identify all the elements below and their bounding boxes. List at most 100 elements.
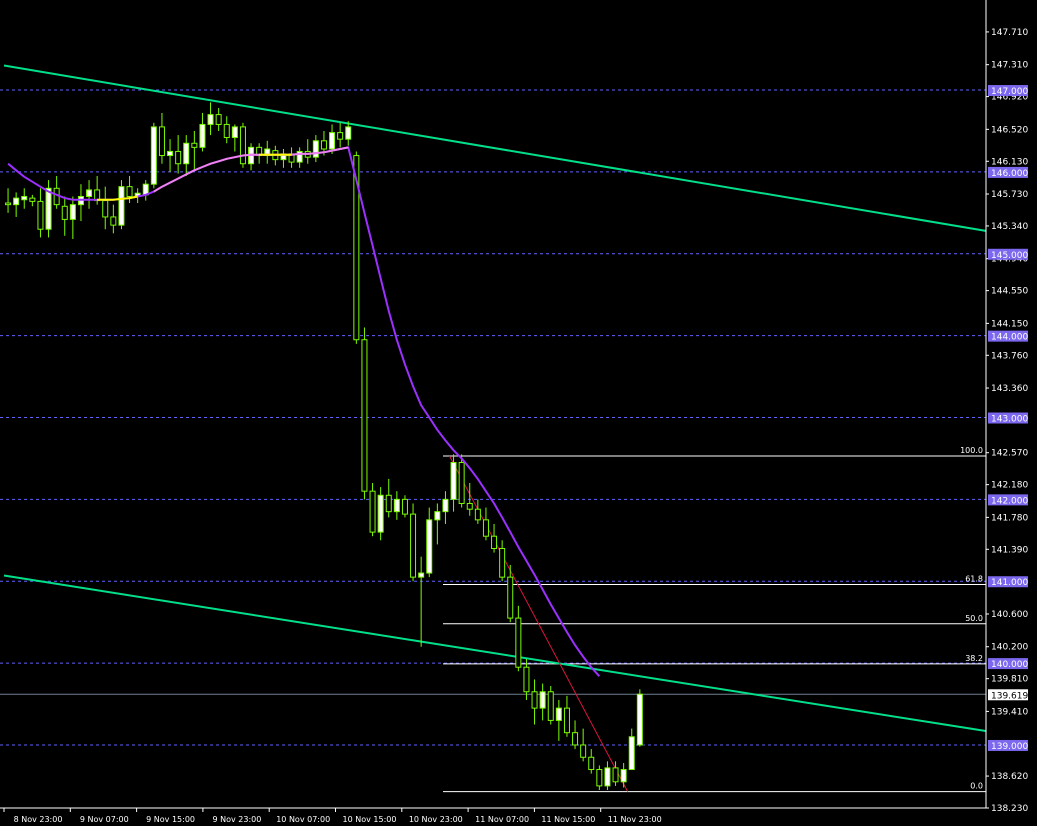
price-tick-label: 139.410: [991, 707, 1028, 717]
candle-body: [507, 576, 514, 619]
time-tick-label: 10 Nov 07:00: [276, 815, 330, 824]
candle-body: [13, 197, 20, 206]
candle-body: [5, 202, 12, 206]
time-tick-label: 11 Nov 23:00: [608, 815, 662, 824]
candle-body: [580, 744, 587, 758]
time-tick-label: 9 Nov 07:00: [80, 815, 129, 824]
candle-body: [312, 140, 319, 158]
candle-body: [474, 508, 481, 521]
price-tick-label: 140.600: [991, 610, 1028, 620]
round-level-tag-label: 144.000: [991, 333, 1028, 343]
candle-body: [620, 769, 627, 783]
price-tick-label: 139.810: [991, 675, 1028, 685]
candle-body: [491, 535, 498, 549]
price-tick-label: 141.390: [991, 545, 1028, 555]
candle-body: [434, 511, 441, 521]
time-tick-label: 9 Nov 15:00: [146, 815, 195, 824]
candle-body: [385, 494, 392, 513]
candle-body: [442, 498, 449, 513]
price-tick-label: 146.520: [991, 125, 1028, 135]
candle-body: [563, 707, 570, 734]
candle-body: [345, 126, 352, 140]
candle-body: [401, 498, 408, 515]
time-tick-label: 10 Nov 23:00: [409, 815, 463, 824]
price-tick-label: 144.150: [991, 319, 1028, 329]
candle-body: [231, 126, 238, 139]
candle-body: [604, 767, 611, 787]
candle-body: [418, 572, 425, 578]
candle-body: [393, 498, 400, 513]
price-tick-label: 144.550: [991, 287, 1028, 297]
candle-body: [86, 189, 93, 197]
candle-body: [61, 205, 68, 220]
fib-level-label: 0.0: [970, 782, 983, 791]
price-tick-label: 138.620: [991, 772, 1028, 782]
price-tick-label: 147.310: [991, 61, 1028, 71]
candle-body: [102, 200, 109, 218]
candle-body: [320, 140, 327, 150]
candle-body: [636, 693, 643, 746]
round-level-tag-label: 141.000: [991, 578, 1028, 588]
time-tick-label: 10 Nov 15:00: [343, 815, 397, 824]
price-tick-label: 142.570: [991, 449, 1028, 459]
price-tick-label: 142.180: [991, 481, 1028, 491]
time-tick-label: 11 Nov 15:00: [541, 815, 595, 824]
candle-body: [482, 519, 489, 537]
chart-background: [0, 0, 1037, 826]
candle-body: [547, 691, 554, 721]
candle-body: [515, 617, 522, 668]
price-tick-label: 146.130: [991, 157, 1028, 167]
candle-body: [588, 756, 595, 771]
candle-body: [158, 126, 165, 157]
candle-body: [377, 494, 384, 533]
price-tick-label: 143.360: [991, 384, 1028, 394]
candle-body: [69, 204, 76, 220]
round-level-tag-label: 147.000: [991, 87, 1028, 97]
candle-body: [361, 339, 368, 492]
candle-body: [215, 114, 222, 125]
candle-body: [207, 114, 214, 125]
candle-body: [37, 200, 44, 230]
candle-body: [628, 736, 635, 771]
time-tick-label: 11 Nov 07:00: [475, 815, 529, 824]
candle-body: [150, 126, 157, 185]
candle-body: [329, 132, 336, 150]
candle-body: [531, 691, 538, 709]
candle-body: [466, 502, 473, 510]
candle-body: [410, 513, 417, 578]
candle-body: [458, 462, 465, 504]
candle-body: [612, 767, 619, 783]
candle-body: [523, 666, 530, 693]
candle-body: [555, 707, 562, 721]
price-tick-label: 147.710: [991, 28, 1028, 38]
round-level-tag-label: 145.000: [991, 251, 1028, 261]
candle-body: [450, 462, 457, 500]
fib-level-label: 50.0: [965, 614, 983, 623]
price-tick-label: 143.760: [991, 351, 1028, 361]
candle-body: [596, 769, 603, 787]
round-level-tag-label: 142.000: [991, 496, 1028, 506]
round-level-tag-label: 140.000: [991, 660, 1028, 670]
round-level-tag-label: 143.000: [991, 415, 1028, 425]
fib-level-label: 100.0: [960, 446, 983, 455]
candle-body: [45, 187, 52, 230]
candle-body: [199, 123, 206, 148]
candle-body: [369, 490, 376, 533]
candle-body: [167, 150, 174, 157]
fib-level-label: 61.8: [965, 575, 983, 584]
candle-body: [118, 186, 125, 226]
candle-body: [223, 123, 230, 139]
candle-body: [572, 732, 579, 746]
price-tick-label: 141.780: [991, 513, 1028, 523]
candle-body: [191, 142, 198, 148]
round-level-tag-label: 146.000: [991, 169, 1028, 179]
candle-body: [239, 126, 246, 165]
time-tick-label: 8 Nov 23:00: [14, 815, 63, 824]
candle-body: [426, 519, 433, 574]
candle-body: [126, 186, 133, 197]
candle-body: [539, 691, 546, 709]
price-tick-label: 145.340: [991, 222, 1028, 232]
candlestick-chart: 100.061.850.038.20.0147.710147.310146.92…: [0, 0, 1037, 826]
candle-body: [337, 132, 344, 140]
candle-body: [29, 197, 36, 202]
